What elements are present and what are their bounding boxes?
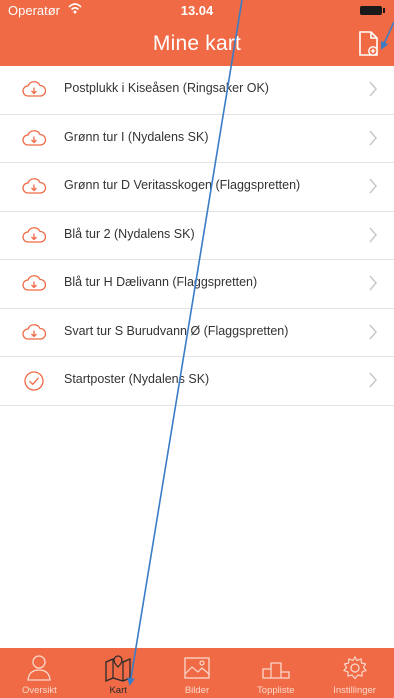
cloud-download-icon bbox=[22, 226, 46, 243]
map-list-item[interactable]: Grønn tur D Veritasskogen (Flaggspretten… bbox=[0, 163, 394, 212]
map-name: Postplukk i Kiseåsen (Ringsaker OK) bbox=[64, 81, 269, 95]
chevron-right-icon bbox=[369, 81, 377, 97]
page-title: Mine kart bbox=[152, 32, 242, 55]
cloud-download-icon bbox=[22, 129, 46, 146]
person-icon bbox=[27, 655, 52, 681]
chevron-right-icon bbox=[369, 178, 377, 194]
map-list: Postplukk i Kiseåsen (Ringsaker OK) Grøn… bbox=[0, 66, 394, 406]
image-icon bbox=[184, 657, 210, 679]
tab-bilder[interactable]: Bilder bbox=[158, 648, 237, 698]
map-name: Grønn tur D Veritasskogen (Flaggspretten… bbox=[64, 178, 301, 192]
chevron-right-icon bbox=[369, 227, 377, 242]
navigation-bar: Mine kart bbox=[0, 22, 394, 66]
clock: 13.04 bbox=[180, 3, 214, 18]
map-list-item[interactable]: Blå tur H Dælivann (Flaggspretten) bbox=[0, 260, 394, 309]
tab-oversikt[interactable]: Oversikt bbox=[0, 648, 79, 698]
tab-label: Toppliste bbox=[257, 685, 295, 696]
gear-icon bbox=[342, 655, 367, 680]
cloud-download-icon bbox=[22, 178, 46, 194]
podium-icon bbox=[262, 662, 290, 679]
map-name: Blå tur 2 (Nydalens SK) bbox=[64, 226, 195, 241]
map-name: Blå tur H Dælivann (Flaggspretten) bbox=[64, 275, 258, 289]
status-bar: Operatør 13.04 bbox=[0, 0, 394, 22]
tab-bar: Oversikt Kart Bilder Toppliste Instillin… bbox=[0, 648, 394, 698]
chevron-right-icon bbox=[369, 372, 377, 388]
tab-label: Oversikt bbox=[21, 685, 57, 696]
map-list-item[interactable]: Svart tur S Burudvann Ø (Flaggspretten) bbox=[0, 309, 394, 357]
map-list-item[interactable]: Startposter (Nydalens SK) bbox=[0, 357, 394, 406]
map-list-item[interactable]: Postplukk i Kiseåsen (Ringsaker OK) bbox=[0, 66, 394, 115]
tab-kart[interactable]: Kart bbox=[79, 648, 158, 698]
map-name: Svart tur S Burudvann Ø (Flaggspretten) bbox=[64, 323, 289, 338]
map-list-item[interactable]: Blå tur 2 (Nydalens SK) bbox=[0, 212, 394, 260]
tab-label: Instillinger bbox=[333, 685, 376, 696]
cloud-download-icon bbox=[22, 81, 46, 97]
tab-toppliste[interactable]: Toppliste bbox=[236, 648, 315, 698]
tab-instillinger[interactable]: Instillinger bbox=[315, 648, 394, 698]
chevron-right-icon bbox=[369, 275, 377, 291]
add-map-file-icon[interactable] bbox=[358, 30, 380, 58]
tab-label: Kart bbox=[109, 685, 127, 696]
battery-icon bbox=[360, 6, 385, 15]
map-icon bbox=[105, 655, 131, 682]
map-name: Grønn tur I (Nydalens SK) bbox=[64, 129, 209, 144]
check-circle-icon bbox=[24, 371, 44, 391]
chevron-right-icon bbox=[369, 130, 377, 145]
cloud-download-icon bbox=[22, 323, 46, 340]
tab-label: Bilder bbox=[184, 685, 210, 696]
chevron-right-icon bbox=[369, 324, 377, 339]
map-name: Startposter (Nydalens SK) bbox=[64, 372, 210, 386]
map-list-item[interactable]: Grønn tur I (Nydalens SK) bbox=[0, 115, 394, 163]
cloud-download-icon bbox=[22, 275, 46, 291]
